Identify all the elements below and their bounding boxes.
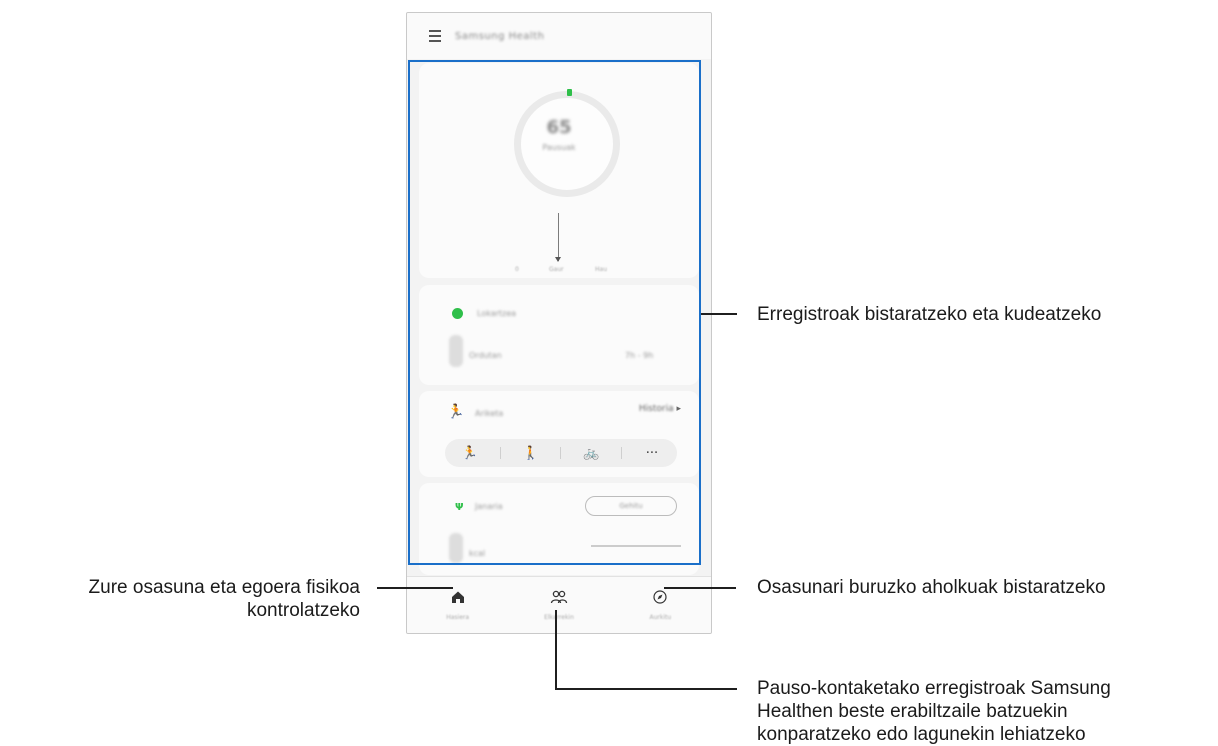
nav-discover-label: Aurkitu [649, 613, 672, 621]
records-callout: Erregistroak bistaratzeko eta kudeatzeko [757, 304, 1102, 325]
health-callout: Zure osasuna eta egoera fisikoa kontrola… [8, 576, 360, 622]
tips-connector-line [664, 587, 736, 589]
compare-connector-vertical [555, 610, 557, 690]
records-highlight-box [408, 60, 701, 565]
health-callout-line1: Zure osasuna eta egoera fisikoa [88, 577, 360, 598]
compare-connector-horizontal [555, 688, 737, 690]
nav-home[interactable]: Hasiera [418, 590, 498, 621]
bottom-nav: Hasiera Elkarrekin Aurkitu [407, 576, 711, 633]
compass-icon [653, 589, 667, 608]
people-icon [550, 590, 568, 608]
nav-together-label: Elkarrekin [544, 613, 574, 621]
health-callout-line2: kontrolatzeko [246, 600, 360, 621]
compare-callout-line1: Pauso-kontaketako erregistroak Samsung [757, 678, 1111, 699]
menu-icon[interactable] [429, 30, 441, 42]
app-header: Samsung Health [407, 13, 711, 59]
nav-discover[interactable]: Aurkitu [620, 589, 700, 621]
compare-callout: Pauso-kontaketako erregistroak Samsung H… [757, 677, 1111, 746]
records-connector-line [701, 313, 737, 315]
health-connector-line [377, 587, 453, 589]
nav-home-label: Hasiera [446, 613, 470, 621]
nav-together[interactable]: Elkarrekin [519, 590, 599, 621]
compare-callout-line2: Healthen beste erabiltzaile batzuekin [757, 701, 1068, 722]
compare-callout-line3: konparatzeko edo lagunekin lehiatzeko [757, 724, 1086, 745]
home-icon [451, 590, 465, 608]
tips-callout: Osasunari buruzko aholkuak bistaratzeko [757, 577, 1106, 598]
app-title: Samsung Health [455, 30, 545, 42]
